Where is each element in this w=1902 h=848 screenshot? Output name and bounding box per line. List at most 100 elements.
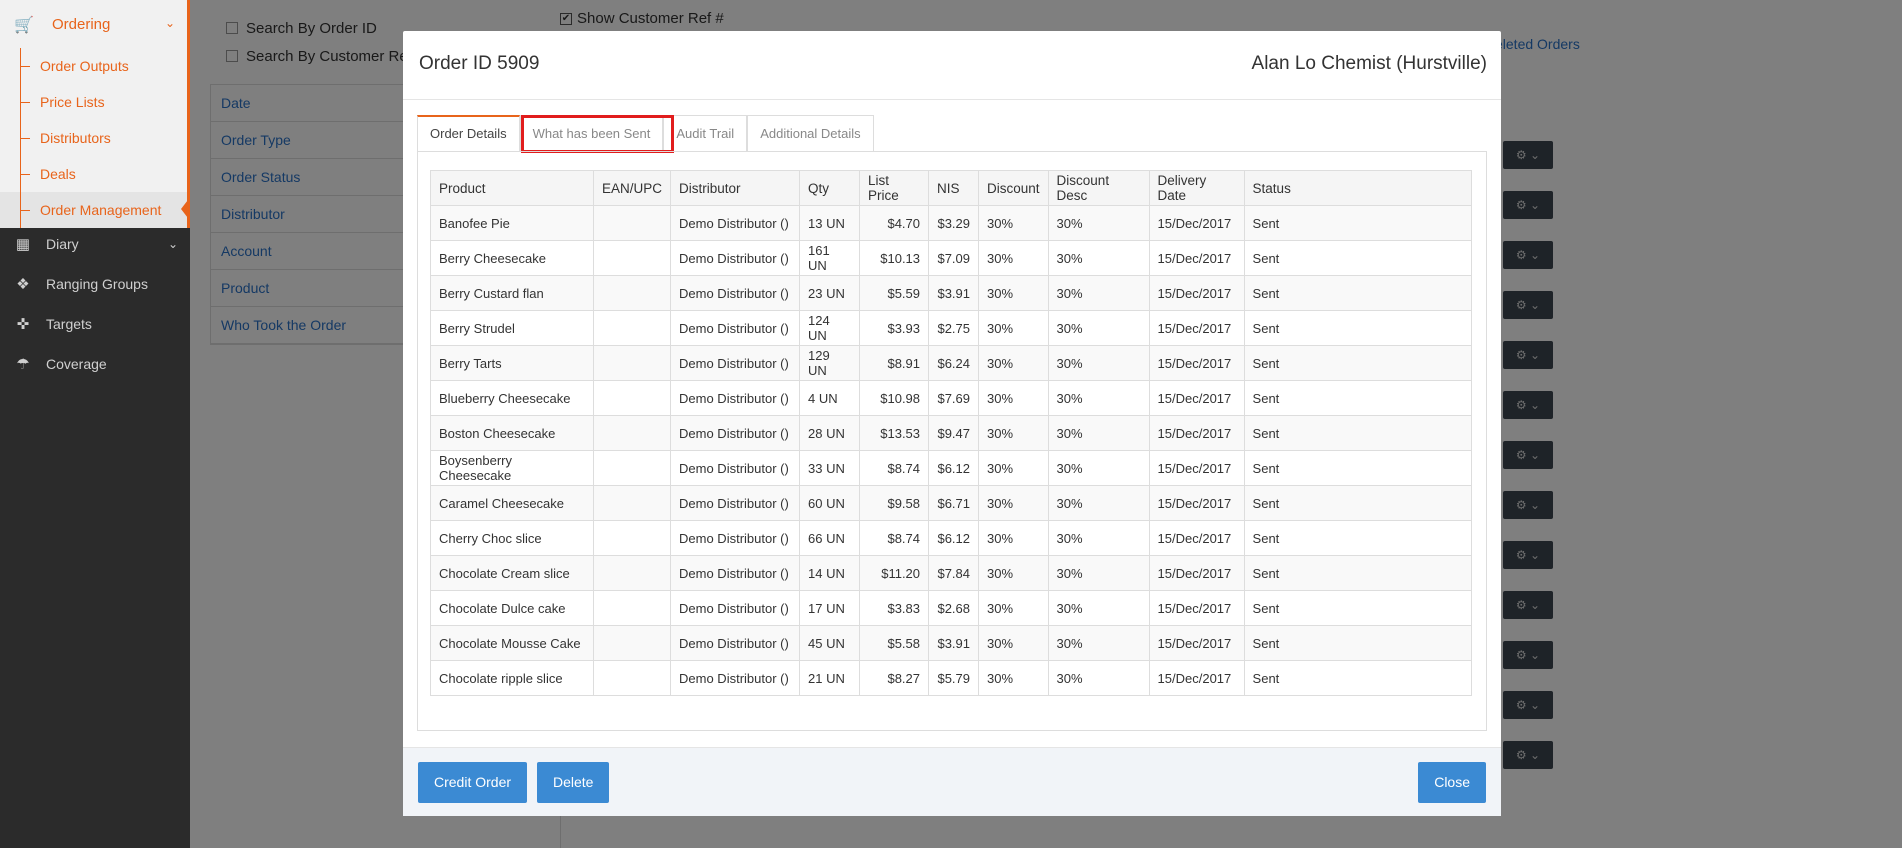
sidebar-item-diary[interactable]: ▦ Diary ⌄ (0, 224, 190, 264)
table-cell: 30% (978, 345, 1049, 381)
table-row[interactable]: Chocolate Cream slice Demo Distributor ()… (430, 555, 1473, 591)
order-lines-table: Product EAN/UPC Distributor Qty List Pri… (430, 170, 1473, 696)
table-cell: 66 UN (799, 520, 861, 556)
table-cell (592, 625, 672, 661)
sidebar-item-ranging-groups[interactable]: ❖ Ranging Groups (0, 264, 190, 304)
table-row[interactable]: Chocolate ripple slice Demo Distributor (… (430, 660, 1473, 696)
sidebar-item-order-management[interactable]: Order Management (0, 192, 187, 228)
column-header-nis[interactable]: NIS (928, 170, 980, 206)
table-row[interactable]: Berry Tarts Demo Distributor () 129 UN $8.9… (430, 345, 1473, 381)
sidebar-item-coverage[interactable]: ☂ Coverage (0, 344, 190, 384)
table-row[interactable]: Berry Cheesecake Demo Distributor () 161 U… (430, 240, 1473, 276)
table-row[interactable]: Cherry Choc slice Demo Distributor () 66 U… (430, 520, 1473, 556)
credit-order-button[interactable]: Credit Order (418, 762, 528, 803)
tab-audit-trail[interactable]: Audit Trail (663, 115, 748, 151)
column-header-ean[interactable]: EAN/UPC (592, 170, 672, 206)
table-cell: 45 UN (799, 625, 861, 661)
sidebar-item-targets[interactable]: ✜ Targets (0, 304, 190, 344)
table-cell: Chocolate Dulce cake (430, 590, 594, 626)
table-cell: $3.91 (928, 275, 980, 311)
table-row[interactable]: Caramel Cheesecake Demo Distributor () 60 … (430, 485, 1473, 521)
table-cell: 30% (978, 240, 1049, 276)
sidebar-item-label: Ranging Groups (46, 276, 148, 292)
table-cell (592, 275, 672, 311)
table-cell: Sent (1243, 590, 1473, 626)
table-cell: 30% (978, 275, 1049, 311)
table-row[interactable]: Boston Cheesecake Demo Distributor () 28 U… (430, 415, 1473, 451)
cubes-icon: ❖ (16, 276, 30, 293)
column-header-distributor[interactable]: Distributor (670, 170, 801, 206)
table-cell: $4.70 (859, 205, 930, 241)
table-row[interactable]: Berry Strudel Demo Distributor () 124 UN $3… (430, 310, 1473, 346)
table-row[interactable]: Blueberry Cheesecake Demo Distributor () 4… (430, 380, 1473, 416)
table-cell: 30% (1047, 520, 1150, 556)
table-cell: 129 UN (799, 345, 861, 381)
delete-button[interactable]: Delete (537, 762, 610, 803)
column-header-discount-desc[interactable]: Discount Desc (1047, 170, 1150, 206)
table-cell (592, 555, 672, 591)
tab-order-details[interactable]: Order Details (417, 115, 520, 151)
table-cell: $3.29 (928, 205, 980, 241)
table-row[interactable]: Boysenberry Cheesecake Demo Distributor (… (430, 450, 1473, 486)
column-header-product[interactable]: Product (430, 170, 594, 206)
column-header-discount[interactable]: Discount (978, 170, 1049, 206)
sidebar-item-distributors[interactable]: Distributors (0, 120, 187, 156)
table-cell: Chocolate Mousse Cake (430, 625, 594, 661)
table-cell (592, 345, 672, 381)
table-cell: $6.24 (928, 345, 980, 381)
table-cell: 30% (978, 625, 1049, 661)
sidebar-item-price-lists[interactable]: Price Lists (0, 84, 187, 120)
table-cell (592, 415, 672, 451)
table-cell: Berry Custard flan (430, 275, 594, 311)
table-cell: $6.12 (928, 450, 980, 486)
table-cell: $3.93 (859, 310, 930, 346)
table-cell: $5.59 (859, 275, 930, 311)
table-cell: 30% (978, 380, 1049, 416)
chevron-down-icon: ⌄ (164, 16, 175, 30)
sidebar-item-order-outputs[interactable]: Order Outputs (0, 48, 187, 84)
tab-additional-details[interactable]: Additional Details (747, 115, 874, 151)
table-cell: Demo Distributor () (670, 345, 801, 381)
table-cell: 17 UN (799, 590, 861, 626)
table-cell (592, 205, 672, 241)
table-row[interactable]: Chocolate Dulce cake Demo Distributor () 1… (430, 590, 1473, 626)
column-header-delivery-date[interactable]: Delivery Date (1148, 170, 1245, 206)
column-header-status[interactable]: Status (1243, 170, 1473, 206)
sidebar-item-ordering[interactable]: 🛒 Ordering ⌄ (0, 0, 190, 48)
table-cell: 30% (1047, 380, 1150, 416)
order-detail-modal: Order ID 5909 Alan Lo Chemist (Hurstvill… (403, 31, 1501, 816)
table-cell: 15/Dec/2017 (1148, 590, 1245, 626)
table-cell: Sent (1243, 310, 1473, 346)
tab-what-has-been-sent[interactable]: What has been Sent (519, 115, 664, 151)
table-cell: 21 UN (799, 660, 861, 696)
table-cell: Sent (1243, 660, 1473, 696)
table-cell: Sent (1243, 345, 1473, 381)
table-cell: Demo Distributor () (670, 520, 801, 556)
table-cell: $6.71 (928, 485, 980, 521)
sidebar-item-deals[interactable]: Deals (0, 156, 187, 192)
modal-header: Order ID 5909 Alan Lo Chemist (Hurstvill… (403, 31, 1501, 100)
table-cell: Sent (1243, 415, 1473, 451)
table-cell: Banofee Pie (430, 205, 594, 241)
table-row[interactable]: Banofee Pie Demo Distributor () 13 UN $4.70… (430, 205, 1473, 241)
column-header-list-price[interactable]: List Price (859, 170, 930, 206)
table-cell: 15/Dec/2017 (1148, 520, 1245, 556)
table-cell: Demo Distributor () (670, 555, 801, 591)
table-cell: Sent (1243, 555, 1473, 591)
table-cell: Demo Distributor () (670, 590, 801, 626)
table-cell: $5.58 (859, 625, 930, 661)
table-cell: 30% (1047, 240, 1150, 276)
table-cell (592, 380, 672, 416)
table-cell: Cherry Choc slice (430, 520, 594, 556)
table-cell: Sent (1243, 450, 1473, 486)
table-cell: 15/Dec/2017 (1148, 205, 1245, 241)
table-row[interactable]: Berry Custard flan Demo Distributor () 23 … (430, 275, 1473, 311)
table-cell: Sent (1243, 205, 1473, 241)
table-cell: $8.27 (859, 660, 930, 696)
table-cell: $9.47 (928, 415, 980, 451)
close-button[interactable]: Close (1418, 762, 1486, 803)
table-row[interactable]: Chocolate Mousse Cake Demo Distributor ()… (430, 625, 1473, 661)
crosshair-icon: ✜ (16, 316, 30, 333)
table-cell (592, 240, 672, 276)
column-header-qty[interactable]: Qty (799, 170, 861, 206)
